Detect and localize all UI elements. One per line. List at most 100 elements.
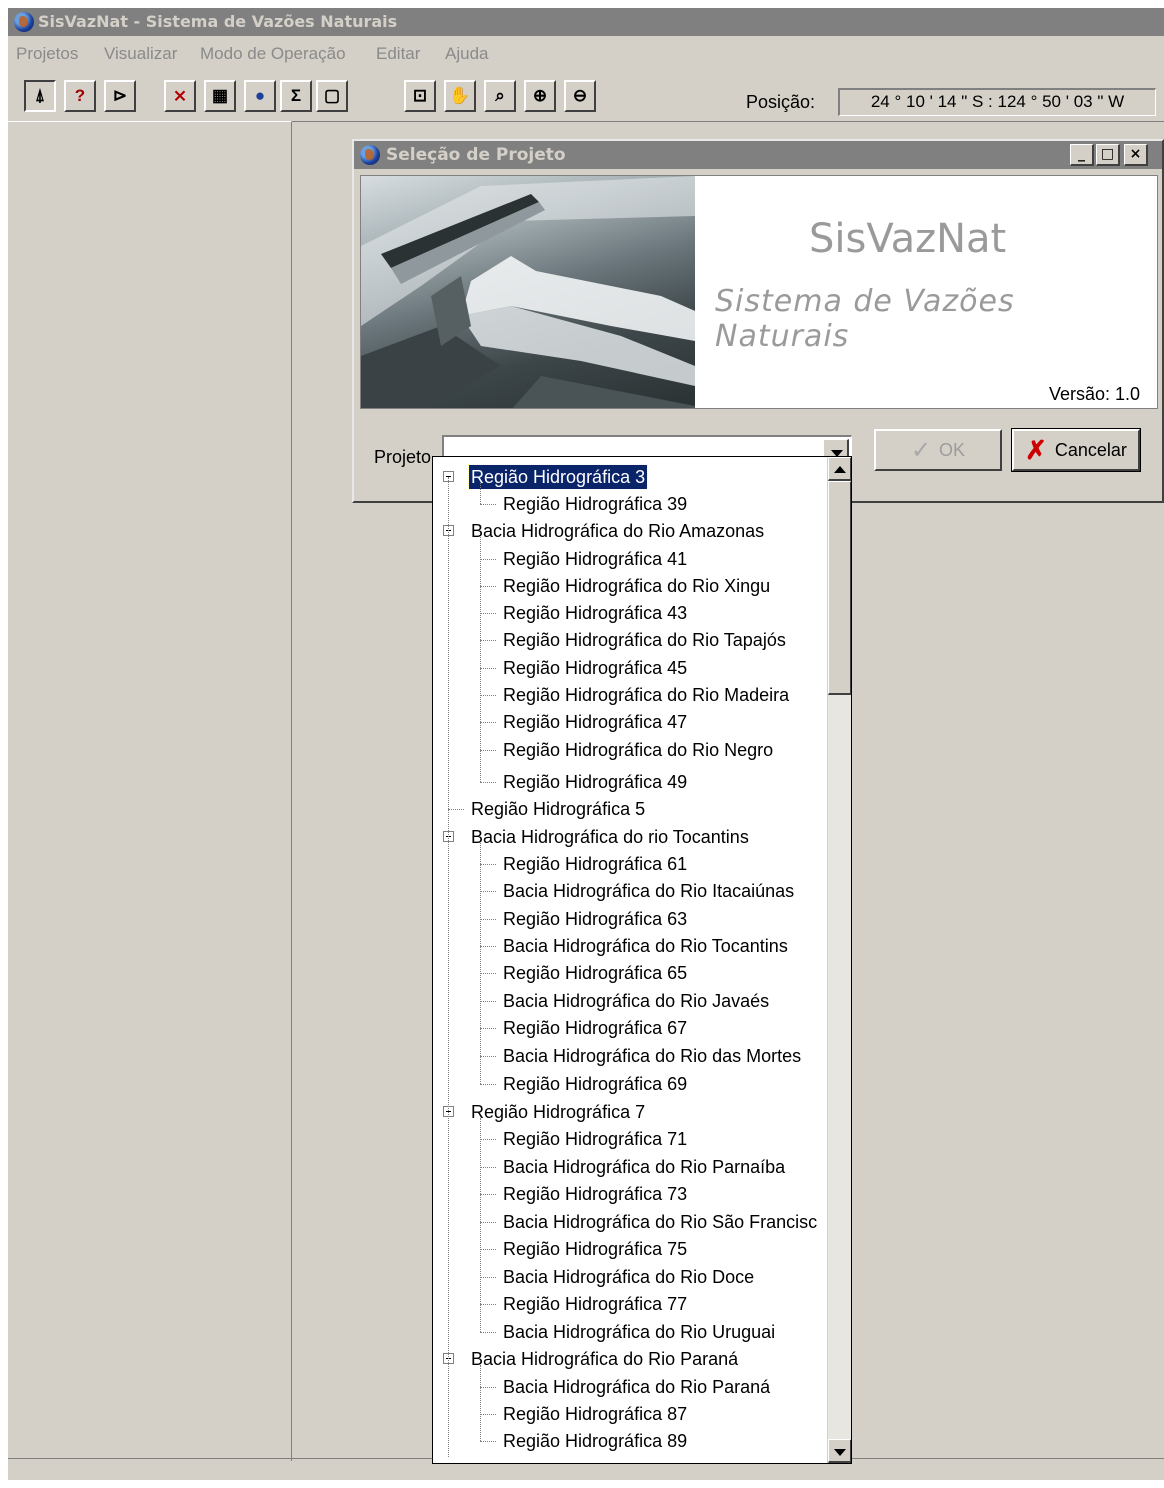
tree-child-node[interactable]: Região Hidrográfica 89: [501, 1429, 831, 1453]
tree-connector: [480, 1056, 496, 1057]
tree-node-label: Região Hidrográfica 63: [503, 909, 688, 929]
tree-child-node[interactable]: Bacia Hidrográfica do Rio Uruguai: [501, 1320, 831, 1344]
tree-child-node[interactable]: Região Hidrográfica 63: [501, 907, 831, 931]
left-panel: [8, 121, 292, 1461]
tree-node[interactable]: Região Hidrográfica 3: [467, 464, 799, 490]
tree-node-label: Região Hidrográfica do Rio Negro: [503, 740, 774, 760]
select-tool-button[interactable]: ⊳: [104, 80, 136, 112]
tree-node-label: Região Hidrográfica do Rio Xingu: [503, 576, 771, 596]
tree-child-node[interactable]: Região Hidrográfica 45: [501, 656, 831, 680]
zoom-in-icon: ⊕: [532, 86, 548, 105]
tree-child-node[interactable]: Região Hidrográfica 43: [501, 601, 831, 625]
tree-child-node[interactable]: Região Hidrográfica 87: [501, 1402, 831, 1426]
menu-ajuda[interactable]: Ajuda: [445, 44, 488, 64]
pan-button[interactable]: ✋: [444, 80, 476, 112]
tree-connector: [480, 504, 496, 505]
cancel-button-label: Cancelar: [1054, 439, 1127, 460]
pointer-tool-button[interactable]: ⍋: [24, 80, 56, 112]
position-label: Posição:: [746, 92, 816, 112]
globe-button[interactable]: ●: [244, 80, 276, 112]
tree-child-node[interactable]: Região Hidrográfica 65: [501, 961, 831, 985]
position-readout: 24 ° 10 ' 14 " S : 124 ° 50 ' 03 " W: [838, 88, 1156, 116]
tree-child-node[interactable]: Região Hidrográfica 47: [501, 710, 831, 734]
menu-projetos[interactable]: Projetos: [16, 44, 78, 64]
menu-editar[interactable]: Editar: [376, 44, 420, 64]
scrollbar-thumb[interactable]: [828, 481, 851, 695]
tree-child-node[interactable]: Região Hidrográfica do Rio Tapajós: [501, 628, 831, 652]
chart-button[interactable]: ⨯: [164, 80, 196, 112]
tree-child-node[interactable]: Bacia Hidrográfica do Rio Paraná: [501, 1375, 831, 1399]
query-tool-button[interactable]: ?: [64, 80, 96, 112]
tree-child-node[interactable]: Bacia Hidrográfica do Rio São Francisc: [501, 1210, 831, 1234]
tree-child-node[interactable]: Região Hidrográfica do Rio Negro: [501, 738, 831, 762]
tree-connector: [480, 891, 496, 892]
tree-node[interactable]: Região Hidrográfica 7: [469, 1100, 799, 1124]
scroll-up-button[interactable]: [828, 457, 851, 481]
scroll-down-arrow-icon: [834, 1449, 846, 1456]
tree-child-node[interactable]: Região Hidrográfica do Rio Madeira: [501, 683, 831, 707]
tree-node[interactable]: Bacia Hidrográfica do Rio Amazonas: [469, 519, 799, 543]
tree-node-label: Bacia Hidrográfica do Rio Parnaíba: [503, 1157, 786, 1177]
cancel-button[interactable]: ✗ Cancelar: [1011, 428, 1141, 472]
brand-subtitle: Sistema de Vazões Naturais: [715, 284, 1015, 354]
zoom-window-icon: ⌕: [495, 86, 505, 105]
tree-node-label: Região Hidrográfica 39: [503, 494, 688, 514]
table-button[interactable]: ▦: [204, 80, 236, 112]
scroll-down-button[interactable]: [828, 1439, 851, 1463]
menu-visualizar[interactable]: Visualizar: [104, 44, 177, 64]
tree-child-node[interactable]: Região Hidrográfica 69: [501, 1072, 831, 1096]
tree-child-node[interactable]: Região Hidrográfica 61: [501, 852, 831, 876]
project-tree-dropdown[interactable]: Região Hidrográfica 3 Região Hidrográfica…: [432, 456, 852, 1464]
tree-connector: [480, 1194, 496, 1195]
tree-node-label: Região Hidrográfica 41: [503, 549, 688, 569]
tree-child-node[interactable]: Região Hidrográfica 41: [501, 547, 831, 571]
tree-node-label: Bacia Hidrográfica do Rio Itacaiúnas: [503, 881, 795, 901]
minimize-button[interactable]: _: [1070, 144, 1094, 166]
tree-connector: [480, 1118, 481, 1332]
menu-modo-de-operacao[interactable]: Modo de Operação: [200, 44, 346, 64]
new-document-button[interactable]: ▢: [316, 80, 348, 112]
select-tool-icon: ⊳: [112, 86, 128, 105]
tree-node-label: Região Hidrográfica 49: [503, 772, 688, 792]
sum-button[interactable]: Σ: [280, 80, 312, 112]
tree-child-node[interactable]: Bacia Hidrográfica do Rio Parnaíba: [501, 1155, 831, 1179]
dialog-title-bar[interactable]: Seleção de Projeto _ □ ×: [354, 141, 1162, 169]
zoom-extent-button[interactable]: ⊡: [404, 80, 436, 112]
tree-child-node[interactable]: Região Hidrográfica 49: [501, 770, 831, 794]
menu-bar: Projetos Visualizar Modo de Operação Edi…: [8, 36, 1164, 70]
tree-node[interactable]: Bacia Hidrográfica do rio Tocantins: [469, 825, 799, 849]
tree-node-label: Bacia Hidrográfica do Rio Paraná: [503, 1377, 771, 1397]
tree-child-node[interactable]: Região Hidrográfica 77: [501, 1292, 831, 1316]
tree-node-label: Região Hidrográfica 71: [503, 1129, 688, 1149]
close-button[interactable]: ×: [1124, 144, 1148, 166]
tree-child-node[interactable]: Bacia Hidrográfica do Rio Doce: [501, 1265, 831, 1289]
zoom-in-button[interactable]: ⊕: [524, 80, 556, 112]
tree-child-node[interactable]: Região Hidrográfica 39: [501, 492, 831, 516]
tree-child-node[interactable]: Bacia Hidrográfica do Rio Itacaiúnas: [501, 879, 831, 903]
tree-connector: [480, 537, 481, 782]
window-title-bar[interactable]: SisVazNat - Sistema de Vazões Naturais: [8, 8, 1164, 36]
tree-child-node[interactable]: Bacia Hidrográfica do Rio das Mortes: [501, 1044, 831, 1068]
tree-child-node[interactable]: Região Hidrográfica do Rio Xingu: [501, 574, 831, 598]
zoom-window-button[interactable]: ⌕: [484, 80, 516, 112]
tree-node-label: Região Hidrográfica 43: [503, 603, 688, 623]
ok-button[interactable]: ✓ OK: [874, 429, 1002, 471]
tree-connector: [480, 1387, 496, 1388]
tree-node[interactable]: Região Hidrográfica 5: [469, 797, 799, 821]
tree-child-node[interactable]: Bacia Hidrográfica do Rio Javaés: [501, 989, 831, 1013]
tree-connector: [480, 1304, 496, 1305]
tree-connector: [480, 843, 481, 1084]
tree-child-node[interactable]: Região Hidrográfica 75: [501, 1237, 831, 1261]
tree-child-node[interactable]: Região Hidrográfica 73: [501, 1182, 831, 1206]
tree-node[interactable]: Bacia Hidrográfica do Rio Paraná: [469, 1347, 799, 1371]
chart-icon: ⨯: [172, 86, 188, 105]
tree-child-node[interactable]: Região Hidrográfica 71: [501, 1127, 831, 1151]
table-icon: ▦: [211, 86, 229, 105]
zoom-out-button[interactable]: ⊖: [564, 80, 596, 112]
tree-child-node[interactable]: Bacia Hidrográfica do Rio Tocantins: [501, 934, 831, 958]
tree-node-label: Região Hidrográfica do Rio Madeira: [503, 685, 790, 705]
tree-node-label: Bacia Hidrográfica do Rio Paraná: [471, 1349, 739, 1369]
tree-child-node[interactable]: Região Hidrográfica 67: [501, 1016, 831, 1040]
maximize-button[interactable]: □: [1096, 144, 1120, 166]
dialog-globe-icon: [360, 145, 380, 165]
